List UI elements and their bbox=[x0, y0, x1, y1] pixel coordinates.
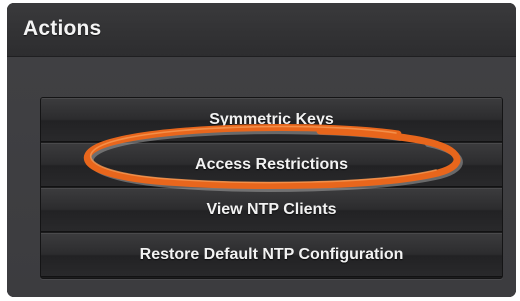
action-list: Symmetric Keys Access Restrictions View … bbox=[40, 97, 503, 279]
actions-panel: Actions Symmetric Keys Access Restrictio… bbox=[7, 3, 516, 297]
view-ntp-clients-button[interactable]: View NTP Clients bbox=[41, 188, 502, 232]
restore-default-ntp-configuration-button[interactable]: Restore Default NTP Configuration bbox=[41, 233, 502, 277]
symmetric-keys-button[interactable]: Symmetric Keys bbox=[41, 98, 502, 142]
panel-header: Actions bbox=[7, 3, 516, 57]
access-restrictions-button[interactable]: Access Restrictions bbox=[41, 143, 502, 187]
panel-body: Symmetric Keys Access Restrictions View … bbox=[7, 57, 516, 297]
panel-title: Actions bbox=[23, 17, 102, 40]
